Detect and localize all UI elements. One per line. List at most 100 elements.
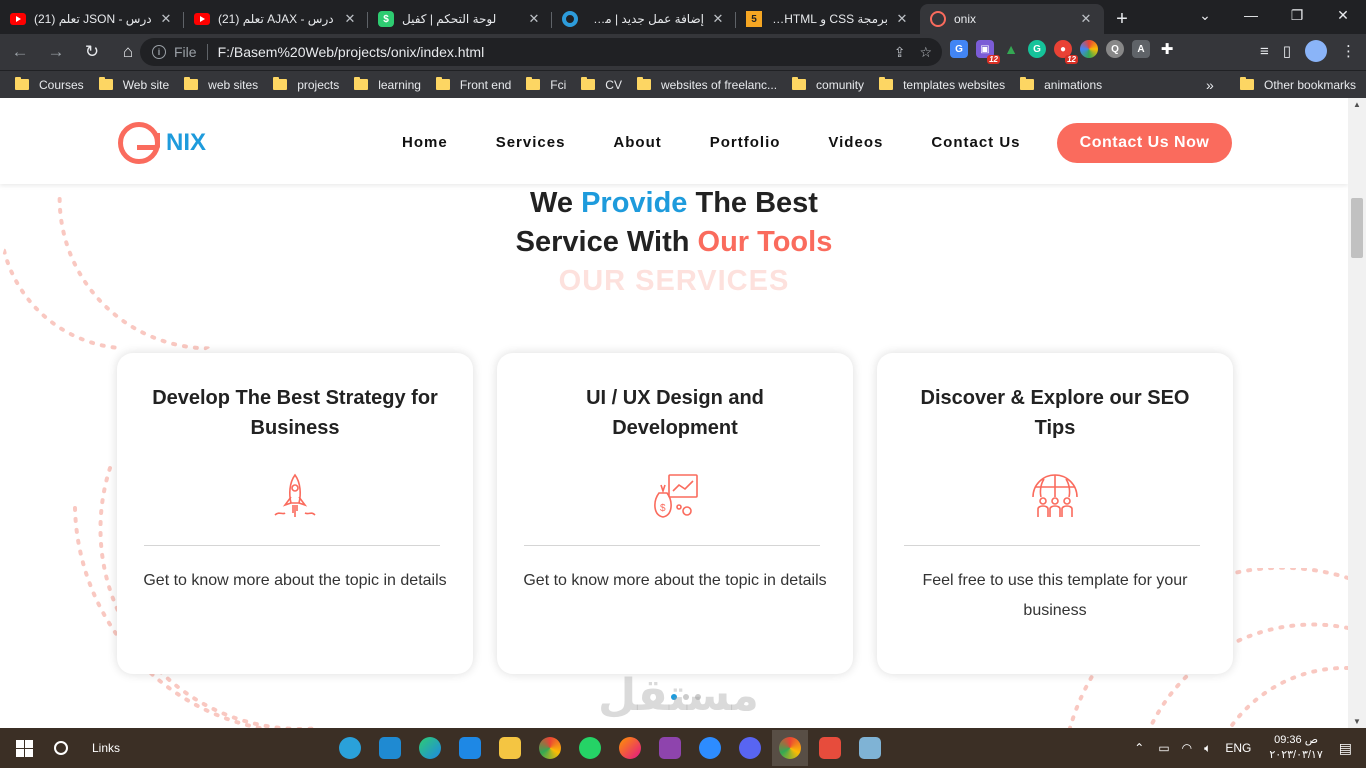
nav-about[interactable]: About xyxy=(613,134,661,151)
folder-icon xyxy=(98,77,113,90)
whatsapp-icon[interactable] xyxy=(572,730,608,766)
grammarly-icon[interactable]: G xyxy=(1028,40,1046,58)
share-icon[interactable]: ⇪ xyxy=(894,44,906,61)
chrome-active-icon[interactable] xyxy=(772,730,808,766)
bookmark-folder[interactable]: animations xyxy=(1020,77,1102,92)
volume-icon[interactable]: 🔈︎ xyxy=(1204,741,1211,756)
close-window-button[interactable]: ✕ xyxy=(1320,0,1366,30)
bookmark-folder[interactable]: Courses xyxy=(15,77,84,92)
browser-tab-active[interactable]: onix ✕ xyxy=(920,4,1104,34)
bookmark-folder[interactable]: projects xyxy=(273,77,339,92)
browser-toolbar: ← → ↻ ⌂ i File F:/Basem%20Web/projects/o… xyxy=(0,34,1366,70)
browser-tab[interactable]: إضافة عمل جديد | مستقل ✕ xyxy=(552,4,736,34)
firefox-icon[interactable] xyxy=(612,730,648,766)
side-panel-icon[interactable]: ▯ xyxy=(1283,42,1291,60)
close-tab-icon[interactable]: ✕ xyxy=(526,11,542,27)
windows-start-icon[interactable] xyxy=(0,728,48,768)
web-page: NIX Home Services About Portfolio Videos… xyxy=(0,98,1348,728)
browser-tab[interactable]: درس - JSON تعلم (21) ✕ xyxy=(0,4,184,34)
color-picker-icon[interactable] xyxy=(1080,40,1098,58)
edge-icon[interactable] xyxy=(412,730,448,766)
bookmark-folder[interactable]: templates websites xyxy=(879,77,1005,92)
folder-icon xyxy=(354,77,369,90)
media-control-icon[interactable]: ≡ xyxy=(1260,43,1269,60)
close-tab-icon[interactable]: ✕ xyxy=(710,11,726,27)
svg-text:$: $ xyxy=(660,503,666,514)
contact-us-now-button[interactable]: Contact Us Now xyxy=(1057,123,1232,163)
site-logo[interactable]: NIX xyxy=(118,122,206,164)
font-icon[interactable]: A xyxy=(1132,40,1150,58)
puzzle-icon[interactable]: ✚ xyxy=(1158,40,1176,58)
notifications-icon[interactable]: ▤ xyxy=(1339,740,1352,757)
folder-icon xyxy=(1240,77,1254,90)
browser-tab[interactable]: 5 برمجة CSS و HTML | خمسات ✕ xyxy=(736,4,920,34)
scrollbar-thumb[interactable] xyxy=(1351,198,1363,258)
minimize-button[interactable]: — xyxy=(1228,0,1274,30)
info-icon[interactable]: i xyxy=(152,45,166,59)
bookmark-folder[interactable]: Front end xyxy=(435,77,511,92)
bookmark-folder[interactable]: websites of freelanc... xyxy=(636,77,777,92)
browser-tab[interactable]: $ لوحة التحكم | كفيل ✕ xyxy=(368,4,552,34)
logo-icon xyxy=(118,122,160,164)
extension-icon[interactable]: Q xyxy=(1106,40,1124,58)
new-tab-button[interactable]: + xyxy=(1104,4,1140,34)
mail-icon[interactable] xyxy=(452,730,488,766)
tray-overflow-icon[interactable]: ⌃ xyxy=(1134,741,1144,755)
khamsat-icon: 5 xyxy=(746,11,762,27)
nav-services[interactable]: Services xyxy=(496,134,566,151)
bookmark-star-icon[interactable]: ☆ xyxy=(919,44,932,61)
bookmark-folder[interactable]: learning xyxy=(354,77,421,92)
extension-icon[interactable]: ● 12 xyxy=(1054,40,1078,64)
back-icon[interactable]: ← xyxy=(4,36,36,68)
translate-icon[interactable]: G xyxy=(950,40,968,58)
vscode-icon[interactable] xyxy=(372,730,408,766)
language-indicator[interactable]: ENG xyxy=(1225,741,1251,755)
bookmark-folder[interactable]: Fci xyxy=(526,77,566,92)
close-tab-icon[interactable]: ✕ xyxy=(894,11,910,27)
page-scrollbar[interactable]: ▲ ▼ xyxy=(1348,98,1366,728)
folder-icon xyxy=(273,77,288,90)
visual-studio-icon[interactable] xyxy=(652,730,688,766)
bookmarks-overflow-button[interactable]: » xyxy=(1206,77,1214,93)
nav-contact[interactable]: Contact Us xyxy=(931,134,1020,151)
nav-videos[interactable]: Videos xyxy=(828,134,883,151)
nav-portfolio[interactable]: Portfolio xyxy=(710,134,781,151)
extension-icon[interactable]: ▣ 12 xyxy=(976,40,1000,64)
yb-app-icon[interactable] xyxy=(812,730,848,766)
chrome-icon[interactable] xyxy=(532,730,568,766)
other-bookmarks[interactable]: Other bookmarks xyxy=(1240,77,1356,92)
discord-icon[interactable] xyxy=(732,730,768,766)
close-tab-icon[interactable]: ✕ xyxy=(342,11,358,27)
taskbar-search[interactable]: Links xyxy=(54,741,120,755)
service-card[interactable]: UI / UX Design and Development $ Get to … xyxy=(497,353,853,674)
zoom-icon[interactable] xyxy=(692,730,728,766)
kafeel-icon: $ xyxy=(378,11,394,27)
restore-button[interactable]: ❐ xyxy=(1274,0,1320,30)
browser-tab[interactable]: درس - AJAX تعلم (21) ✕ xyxy=(184,4,368,34)
windows-taskbar: Links ⌃ ▭ ◠ 🔈︎ ENG 09:36 ص ٢٠٢٣/٠٣/١٧ ▤ xyxy=(0,728,1366,768)
file-explorer-icon[interactable] xyxy=(492,730,528,766)
nav-home[interactable]: Home xyxy=(402,134,448,151)
bookmark-folder[interactable]: Web site xyxy=(98,77,169,92)
notepad-icon[interactable] xyxy=(852,730,888,766)
menu-icon[interactable]: ⋮ xyxy=(1341,42,1356,60)
telegram-icon[interactable] xyxy=(332,730,368,766)
folder-icon xyxy=(15,77,29,90)
reload-icon[interactable]: ↻ xyxy=(76,36,108,68)
close-tab-icon[interactable]: ✕ xyxy=(1078,11,1094,27)
tab-search-icon[interactable]: ⌄ xyxy=(1182,0,1228,30)
bookmark-folder[interactable]: CV xyxy=(581,77,622,92)
close-tab-icon[interactable]: ✕ xyxy=(158,11,174,27)
bookmark-folder[interactable]: comunity xyxy=(792,77,864,92)
avatar[interactable] xyxy=(1305,40,1327,62)
wifi-icon[interactable]: ◠ xyxy=(1182,741,1192,755)
service-card[interactable]: Discover & Explore our SEO Tips Feel fre… xyxy=(877,353,1233,674)
service-card[interactable]: Develop The Best Strategy for Business G… xyxy=(117,353,473,674)
forward-icon[interactable]: → xyxy=(40,36,72,68)
address-bar[interactable]: i File F:/Basem%20Web/projects/onix/inde… xyxy=(140,38,942,66)
clock[interactable]: 09:36 ص ٢٠٢٣/٠٣/١٧ xyxy=(1269,733,1322,763)
url-text[interactable]: F:/Basem%20Web/projects/onix/index.html xyxy=(218,44,485,60)
drive-icon[interactable]: ▲ xyxy=(1002,40,1020,58)
bookmark-folder[interactable]: web sites xyxy=(184,77,258,92)
battery-icon[interactable]: ▭ xyxy=(1158,741,1169,755)
